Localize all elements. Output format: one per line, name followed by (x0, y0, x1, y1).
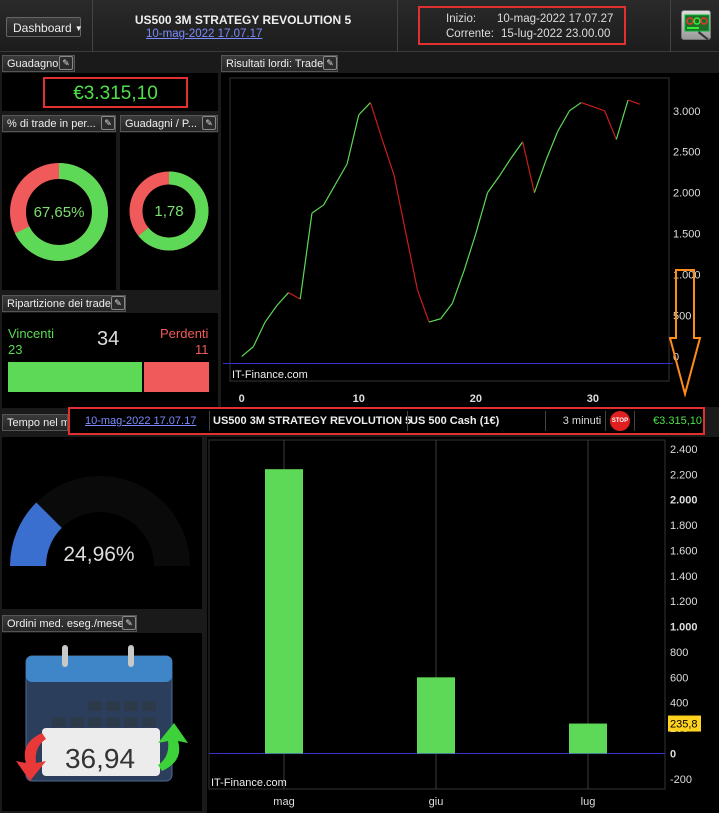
y-tick-label: 600 (670, 672, 688, 684)
y-tick-label: 1.500 (673, 229, 701, 241)
dashboard-label: Dashboard (13, 21, 72, 35)
gain-loss-value: 1,78 (154, 203, 184, 220)
profit-title: Guadagno (7, 58, 59, 70)
total-trades: 34 (97, 328, 120, 350)
y-tick-label: 2.500 (673, 147, 701, 159)
calendar-icon (16, 645, 188, 782)
row-instrument: US 500 Cash (1€) (410, 415, 500, 427)
current-value: 15-lug-2022 23.00.00 (501, 28, 611, 40)
y-tick-label: 2.200 (670, 469, 698, 481)
report-settings-icon[interactable] (681, 10, 711, 40)
losers-label: Perdenti (160, 326, 209, 341)
dashboard-dropdown[interactable]: Dashboard ▼ (6, 17, 83, 37)
y-tick-label: 1.600 (670, 545, 698, 557)
divider (605, 411, 606, 431)
orders-title: Ordini med. eseg./mese (7, 618, 124, 630)
equity-chart-panel: 0 500 1.000 1.500 2.000 2.500 3.000 0 10 20 30 IT-F… (221, 73, 719, 407)
x-tick-label: 10 (353, 393, 365, 405)
panel-header-orders: Ordini med. eseg./mese (2, 615, 137, 632)
orders-panel (2, 633, 202, 811)
divider (209, 411, 210, 431)
time-title: Tempo nel m (7, 417, 68, 429)
row-date-link[interactable]: 10-mag-2022 17.07.17 (85, 412, 196, 430)
x-tick-label: mag (273, 796, 294, 808)
profit-value: €3.315,10 (43, 77, 188, 108)
equity-chart: 05001.0001.5002.0002.5003.0000 10 20 30IT-F… (229, 77, 701, 405)
strategy-row[interactable]: 10-mag-2022 17.07.17 US500 3M STRATEGY R… (68, 407, 705, 435)
wrench-icon[interactable]: ✎ (101, 116, 115, 130)
panel-header-breakdown: Ripartizione dei trade (2, 295, 126, 312)
winners-label: Vincenti (8, 326, 55, 341)
bar-giu (417, 677, 455, 754)
last-value-label: 235,8 (670, 719, 698, 731)
watermark: IT-Finance.com (232, 369, 308, 381)
monthly-chart-panel: maggiulug-20002004006008001.0001.2001.40… (207, 437, 719, 813)
y-tick-label: 2.000 (673, 188, 701, 200)
x-tick-label: giu (429, 796, 444, 808)
bar-lug (569, 723, 607, 754)
y-tick-label: 400 (670, 698, 688, 710)
wrench-icon[interactable]: ✎ (323, 56, 337, 70)
y-tick-label: 1.200 (670, 596, 698, 608)
divider (545, 411, 546, 431)
wrench-icon[interactable]: ✎ (122, 616, 136, 630)
win-pct-title: % di trade in per... (7, 118, 96, 130)
win-pct-value: 67,65% (33, 204, 85, 221)
divider (670, 0, 671, 52)
panel-header-equity: Risultati lordi: Trade (221, 55, 338, 72)
stop-button[interactable]: STOP (610, 411, 630, 431)
wrench-icon[interactable]: ✎ (202, 116, 216, 130)
time-gauge (10, 476, 190, 566)
breakdown-title: Ripartizione dei trade (7, 298, 111, 310)
winners-bar (8, 362, 142, 392)
y-tick-label: 1.400 (670, 571, 698, 583)
row-strategy: US500 3M STRATEGY REVOLUTION 5 (213, 415, 412, 427)
y-tick-label: 1.800 (670, 520, 698, 532)
start-value: 10-mag-2022 17.07.27 (497, 13, 614, 25)
zero-line (223, 363, 673, 364)
y-tick-label: 0 (670, 748, 676, 760)
time-panel (2, 437, 202, 609)
divider (634, 411, 635, 431)
x-tick-label: 0 (239, 393, 245, 405)
strategy-date-link[interactable]: 10-mag-2022 17.07.17 (146, 28, 262, 40)
losers-count: 11 (195, 342, 209, 357)
y-tick-label: 2.000 (670, 495, 698, 507)
y-tick-label: 3.000 (673, 106, 701, 118)
wrench-icon[interactable]: ✎ (111, 296, 125, 310)
y-tick-label: 1.000 (670, 622, 698, 634)
y-tick-label: 800 (670, 647, 688, 659)
divider (397, 0, 398, 52)
orders-value: 36,94 (64, 743, 136, 774)
plot-area (229, 77, 670, 382)
bar-mag (265, 469, 303, 754)
y-tick-label: -200 (670, 774, 692, 786)
x-tick-label: 20 (470, 393, 482, 405)
time-value: 24,96% (63, 543, 135, 566)
start-label: Inizio: (446, 13, 477, 25)
panel-header-win-pct: % di trade in per... (2, 115, 116, 132)
panel-header-time: Tempo nel m (2, 414, 68, 431)
strategy-title: US500 3M STRATEGY REVOLUTION 5 (134, 13, 352, 27)
date-range-box: Inizio: 10-mag-2022 17.07.27 Corrente: 1… (418, 6, 626, 45)
current-label: Corrente: (446, 28, 494, 40)
losers-bar (144, 362, 209, 392)
gain-loss-title: Guadagni / P... (125, 118, 197, 130)
row-timeframe: 3 minuti (562, 415, 602, 427)
wrench-icon[interactable]: ✎ (59, 56, 73, 70)
caret-down-icon: ▼ (74, 24, 83, 33)
watermark: IT-Finance.com (211, 777, 287, 789)
x-tick-label: 30 (587, 393, 599, 405)
down-arrow-icon (668, 269, 702, 398)
divider (407, 411, 408, 431)
y-tick-label: 2.400 (670, 444, 698, 456)
x-tick-label: lug (581, 796, 596, 808)
row-profit: €3.315,10 (653, 415, 702, 427)
equity-title: Risultati lordi: Trade (226, 58, 324, 70)
monthly-chart: maggiulug-20002004006008001.0001.2001.40… (208, 439, 701, 808)
winners-count: 23 (8, 342, 23, 357)
